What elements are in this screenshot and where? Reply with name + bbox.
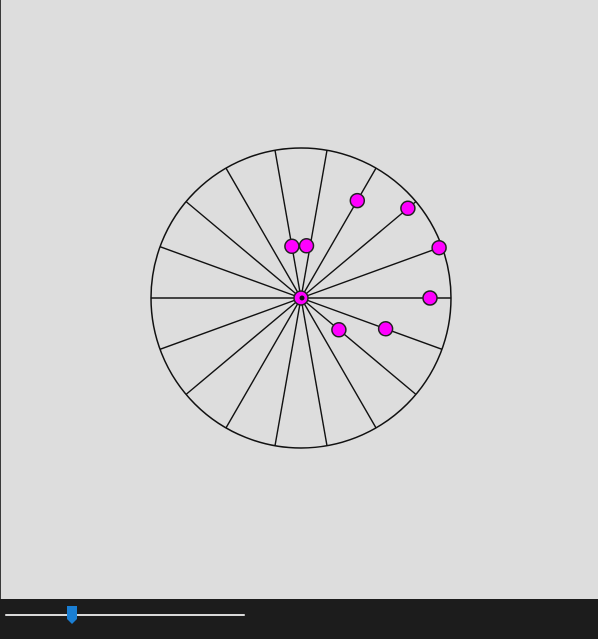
wheel-spoke xyxy=(300,201,417,299)
control-bar xyxy=(0,599,598,639)
marker-dot[interactable] xyxy=(400,200,416,217)
marker-dot[interactable] xyxy=(349,192,366,209)
wheel-spoke xyxy=(159,246,302,299)
wheel-spoke xyxy=(300,297,443,350)
marker-dot[interactable] xyxy=(422,290,438,306)
markers-group xyxy=(284,192,447,338)
marker-dot[interactable] xyxy=(298,238,315,254)
wheel-spoke xyxy=(159,297,302,350)
slider-track[interactable] xyxy=(5,614,245,616)
wheel-spoke xyxy=(185,297,302,395)
app-window xyxy=(0,0,598,639)
wheel-spoke xyxy=(300,297,417,395)
marker-dot[interactable] xyxy=(377,321,394,337)
marker-dot[interactable] xyxy=(284,238,300,255)
marker-dot[interactable] xyxy=(331,322,347,338)
wheel-diagram xyxy=(150,147,452,449)
canvas-area[interactable] xyxy=(0,0,598,599)
marker-dot[interactable] xyxy=(431,239,447,256)
slider-thumb[interactable] xyxy=(67,606,77,624)
wheel-spoke xyxy=(300,246,443,299)
wheel-hub-center xyxy=(299,295,305,301)
wheel-spoke xyxy=(185,201,302,299)
